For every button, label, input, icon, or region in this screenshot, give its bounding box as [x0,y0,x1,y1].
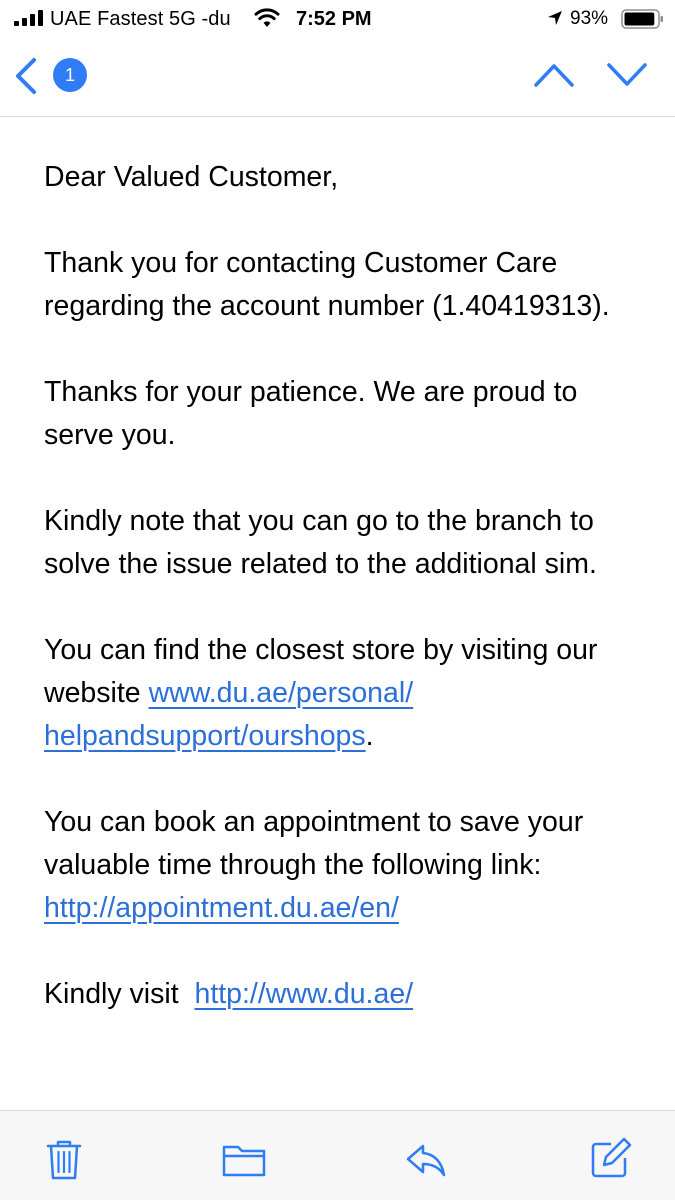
email-body: Dear Valued Customer, Thank you for cont… [44,117,644,1110]
email-paragraph: Thank you for contacting Customer Care r… [44,247,610,322]
email-paragraph: Kindly note that you can go to the branc… [44,505,597,580]
folder-icon[interactable] [222,1137,266,1181]
signal-icon [14,10,43,26]
shops-link-continued[interactable]: helpandsupport/ourshops [44,720,366,752]
email-paragraph: You can find the closest store by visiti… [44,629,644,758]
mail-toolbar [0,1110,675,1200]
chevron-left-icon[interactable] [12,56,40,96]
unread-count-badge[interactable]: 1 [53,58,87,92]
email-paragraph: Thanks for your patience. We are proud t… [44,376,578,451]
compose-icon[interactable] [588,1137,632,1181]
status-time: 7:52 PM [296,8,372,30]
email-paragraph: Kindly visit http://www.du.ae/ [44,973,644,1016]
email-text: You can book an appointment to save your… [44,806,584,881]
email-greeting: Dear Valued Customer, [44,161,339,193]
reply-icon[interactable] [404,1137,448,1181]
chevron-down-icon[interactable] [606,62,648,88]
chevron-up-icon[interactable] [533,62,575,88]
location-arrow-icon [548,11,562,25]
status-bar: UAE Fastest 5G -du 7:52 PM 93% [0,0,675,40]
appointment-link[interactable]: http://appointment.du.ae/en/ [44,892,399,924]
wifi-icon [254,8,280,27]
battery-icon [621,9,663,29]
du-website-link[interactable]: http://www.du.ae/ [194,978,413,1010]
mail-nav-bar: 1 [0,40,675,117]
carrier-name: UAE Fastest 5G -du [50,8,231,30]
email-text: Kindly visit [44,978,195,1010]
email-paragraph: You can book an appointment to save your… [44,801,644,930]
trash-icon[interactable] [42,1137,86,1181]
email-text: . [365,720,374,752]
shops-link[interactable]: www.du.ae/personal/ [149,677,414,709]
battery-percentage: 93% [570,8,609,29]
mail-screen: UAE Fastest 5G -du 7:52 PM 93% 1 Dear Va… [0,0,675,1200]
